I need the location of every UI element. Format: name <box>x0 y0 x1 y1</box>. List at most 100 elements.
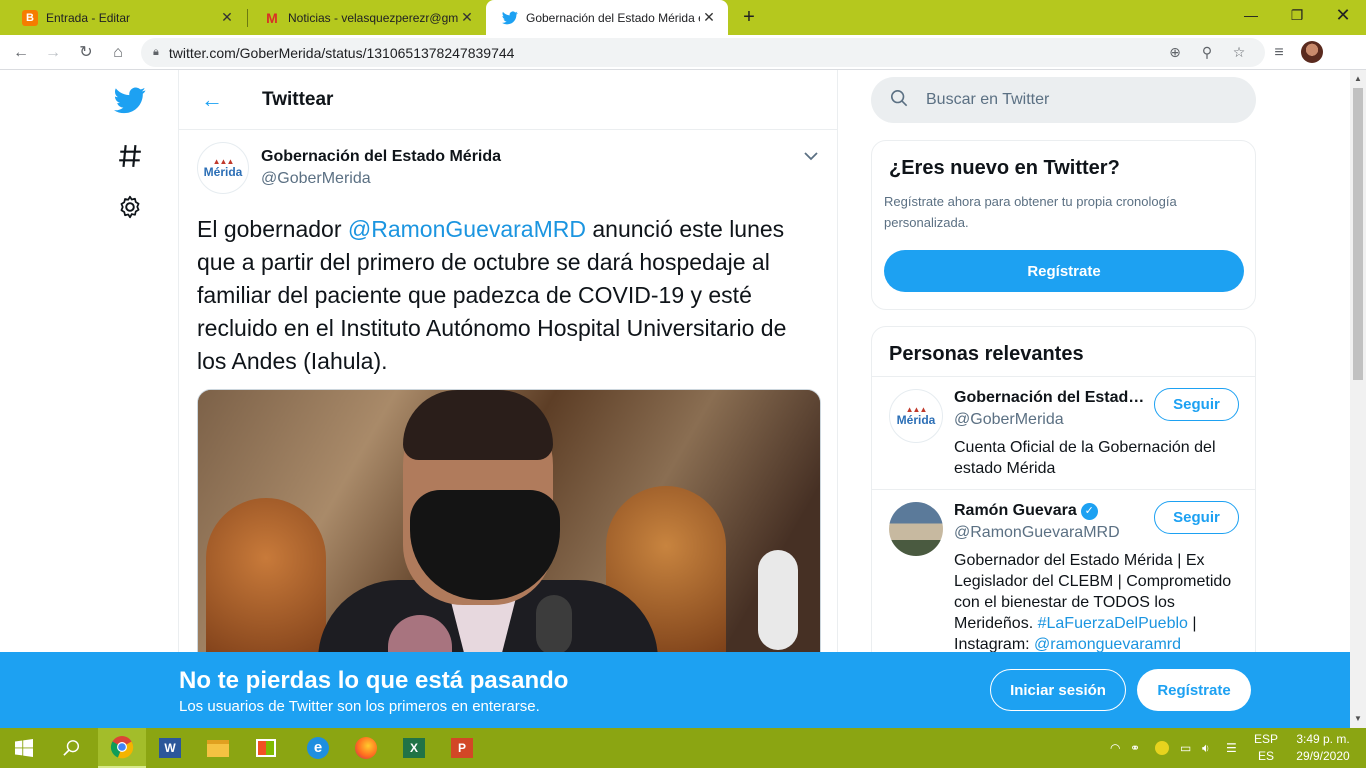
page-scrollbar[interactable]: ▲ ▼ <box>1350 70 1366 728</box>
clock[interactable]: 3:49 p. m. 29/9/2020 <box>1288 731 1358 765</box>
person-name-text: Ramón Guevara <box>954 502 1077 519</box>
reload-icon[interactable]: ↻ <box>74 41 98 65</box>
browser-toolbar: ← → ↻ ⌂ 🔒︎ twitter.com/GoberMerida/statu… <box>0 35 1366 70</box>
network-icon[interactable]: ⚭ <box>1130 728 1140 768</box>
scroll-down-icon[interactable]: ▼ <box>1350 714 1366 723</box>
scrollbar-thumb[interactable] <box>1353 88 1363 380</box>
tab-gmail[interactable]: M Noticias - velasquezperezr@gma ✕ <box>248 0 486 35</box>
banner-title: No te pierdas lo que está pasando <box>179 667 569 694</box>
explore-hashtag-icon[interactable] <box>112 138 148 174</box>
tweet-column: ← Twittear ▲▲▲ Mérida Gobernación del Es… <box>178 70 838 728</box>
chevron-down-icon[interactable] <box>804 148 818 164</box>
star-icon[interactable]: ☆ <box>1228 41 1250 63</box>
follow-button[interactable]: Seguir <box>1154 501 1239 534</box>
home-icon[interactable]: ⌂ <box>106 41 130 65</box>
person-name[interactable]: Ramón Guevara ✓ <box>954 502 1149 520</box>
tab-title: Gobernación del Estado Mérida e <box>526 10 700 25</box>
search-icon[interactable] <box>48 728 96 768</box>
lang-top: ESP <box>1253 732 1278 746</box>
tweet-photo[interactable] <box>197 389 821 689</box>
person-handle: @RamonGuevaraMRD <box>954 524 1120 541</box>
restore-button[interactable]: ❐ <box>1274 0 1320 30</box>
windows-taskbar: W e X P ◠ ⚭ ▭ 🔉︎ ☰ ESP ES 3:49 p. m. 29/… <box>0 728 1366 768</box>
signup-button[interactable]: Regístrate <box>1137 669 1251 711</box>
scroll-up-icon[interactable]: ▲ <box>1350 74 1366 83</box>
column-header: ← Twittear <box>179 70 837 130</box>
microphone <box>758 550 798 650</box>
signup-banner: No te pierdas lo que está pasando Los us… <box>0 652 1350 728</box>
signup-title: ¿Eres nuevo en Twitter? <box>889 157 1120 179</box>
login-button[interactable]: Iniciar sesión <box>990 669 1126 711</box>
person-name[interactable]: Gobernación del Estado Mérida <box>954 389 1149 407</box>
back-arrow-icon[interactable]: ← <box>9 41 33 65</box>
signup-button[interactable]: Regístrate <box>884 250 1244 292</box>
wifi-icon[interactable]: ◠ <box>1110 728 1120 768</box>
tweet-author: ▲▲▲ Mérida Gobernación del Estado Mérida… <box>197 142 818 202</box>
author-name[interactable]: Gobernación del Estado Mérida <box>261 148 501 166</box>
merida-logo[interactable]: ▲▲▲ Mérida <box>197 142 249 194</box>
clock-date: 29/9/2020 <box>1296 749 1350 763</box>
lang-bottom: ES <box>1257 749 1274 763</box>
security-icon[interactable] <box>1155 728 1169 768</box>
instagram-link[interactable]: @ramonguevaramrd <box>1034 636 1181 653</box>
lock-icon: 🔒︎ <box>153 46 159 58</box>
signup-subtitle: Regístrate ahora para obtener tu propia … <box>884 194 1177 230</box>
add-circle-icon[interactable]: ⊕ <box>1164 41 1186 63</box>
settings-gear-icon[interactable] <box>112 189 148 225</box>
twitter-page: ← Twittear ▲▲▲ Mérida Gobernación del Es… <box>0 70 1350 728</box>
notifications-icon[interactable]: ☰ <box>1226 728 1237 768</box>
forward-arrow-icon[interactable]: → <box>41 41 65 65</box>
logo-text: Mérida <box>896 413 936 427</box>
tab-title: Noticias - velasquezperezr@gma <box>288 10 458 25</box>
chrome-icon[interactable] <box>98 728 146 768</box>
tab-blogger[interactable]: B Entrada - Editar ✕ <box>6 0 246 35</box>
word-icon[interactable]: W <box>146 728 194 768</box>
excel-icon[interactable]: X <box>390 728 438 768</box>
volume-icon[interactable]: 🔉︎ <box>1202 728 1210 768</box>
address-bar[interactable]: 🔒︎ twitter.com/GoberMerida/status/131065… <box>141 38 1265 67</box>
verified-badge-icon: ✓ <box>1080 503 1098 520</box>
person-bio: Gobernador del Estado Mérida | Ex Legisl… <box>954 550 1239 655</box>
firefox-icon[interactable] <box>342 728 390 768</box>
media-queue-icon[interactable]: ≡ <box>1267 41 1291 65</box>
follow-button[interactable]: Seguir <box>1154 388 1239 421</box>
edge-icon[interactable]: e <box>294 728 342 768</box>
windows-start-icon[interactable] <box>0 728 48 768</box>
close-icon[interactable]: ✕ <box>458 9 476 26</box>
close-icon[interactable]: ✕ <box>700 9 718 26</box>
language-indicator[interactable]: ESP ES <box>1252 731 1280 765</box>
powerpoint-icon[interactable]: P <box>438 728 486 768</box>
gmail-icon: M <box>266 9 278 26</box>
search-box[interactable]: Buscar en Twitter <box>871 77 1256 123</box>
search-input[interactable]: Buscar en Twitter <box>926 91 1049 109</box>
person-bio: Cuenta Oficial de la Gobernación del est… <box>954 439 1216 477</box>
hashtag-link[interactable]: #LaFuerzaDelPueblo <box>1038 615 1188 632</box>
divider <box>872 376 1255 377</box>
logo-text: Mérida <box>203 165 243 179</box>
blogger-icon: B <box>22 9 38 26</box>
close-icon[interactable]: ✕ <box>218 9 236 26</box>
person-handle: @GoberMerida <box>954 411 1064 428</box>
signup-card: ¿Eres nuevo en Twitter? Regístrate ahora… <box>871 140 1256 310</box>
twitter-logo-icon[interactable] <box>112 82 148 118</box>
file-explorer-icon[interactable] <box>194 728 242 768</box>
avatar[interactable] <box>1301 41 1323 63</box>
battery-icon[interactable]: ▭ <box>1180 728 1191 768</box>
back-arrow-icon[interactable]: ← <box>201 87 231 113</box>
tweet-text: El gobernador @RamonGuevaraMRD anunció e… <box>197 213 817 378</box>
new-tab-button[interactable]: + <box>737 5 761 29</box>
tab-twitter[interactable]: Gobernación del Estado Mérida e ✕ <box>486 0 728 35</box>
divider <box>872 489 1255 490</box>
author-handle[interactable]: @GoberMerida <box>261 170 371 188</box>
search-icon <box>890 89 908 112</box>
close-window-button[interactable]: ✕ <box>1320 0 1366 30</box>
browser-tab-strip: B Entrada - Editar ✕ M Noticias - velasq… <box>0 0 1366 35</box>
store-icon[interactable] <box>242 728 290 768</box>
page-title: Twittear <box>262 88 334 110</box>
mention-link[interactable]: @RamonGuevaraMRD <box>348 216 586 242</box>
avatar[interactable]: ▲▲▲ Mérida <box>889 389 943 443</box>
banner-subtitle: Los usuarios de Twitter son los primeros… <box>179 698 540 715</box>
avatar[interactable] <box>889 502 943 556</box>
zoom-icon[interactable]: ⚲ <box>1196 41 1218 63</box>
minimize-button[interactable]: — <box>1228 0 1274 30</box>
